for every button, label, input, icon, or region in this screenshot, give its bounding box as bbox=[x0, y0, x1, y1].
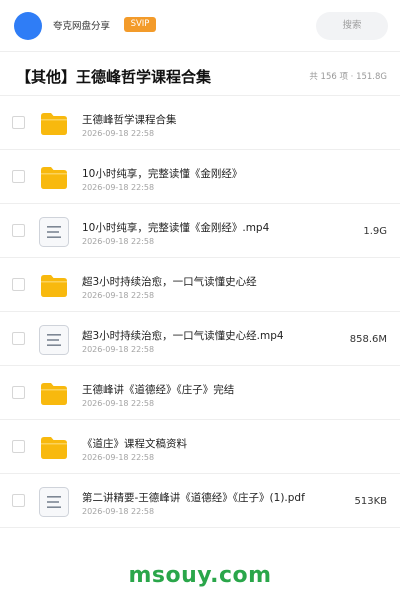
folder-title: 【其他】王德峰哲学课程合集 bbox=[16, 68, 212, 86]
file-row[interactable]: 第二讲精要-王德峰讲《道德经》《庄子》(1).pdf 2026-09-18 22:… bbox=[0, 474, 400, 528]
file-size: 1.9G bbox=[363, 226, 387, 237]
folder-icon bbox=[38, 378, 70, 410]
select-checkbox[interactable] bbox=[12, 440, 25, 453]
document-icon bbox=[38, 486, 70, 518]
folder-icon bbox=[38, 432, 70, 464]
file-name[interactable]: 王德峰哲学课程合集 bbox=[82, 112, 177, 127]
app-name: 夸克网盘分享 bbox=[53, 21, 111, 32]
file-date: 2026-09-18 22:58 bbox=[82, 507, 155, 516]
share-page: 夸克网盘分享 SVIP 搜索 【其他】王德峰哲学课程合集 共 156 项 · 1… bbox=[0, 0, 400, 600]
file-name[interactable]: 10小时纯享，完整读懂《金刚经》.mp4 bbox=[82, 220, 269, 235]
file-list: 王德峰哲学课程合集 2026-09-18 22:58 10小时纯享，完整读懂《金刚经… bbox=[0, 96, 400, 528]
select-checkbox[interactable] bbox=[12, 224, 25, 237]
file-date: 2026-09-18 22:58 bbox=[82, 237, 155, 246]
avatar[interactable] bbox=[14, 12, 42, 40]
select-checkbox[interactable] bbox=[12, 116, 25, 129]
file-date: 2026-09-18 22:58 bbox=[82, 399, 155, 408]
file-date: 2026-09-18 22:58 bbox=[82, 183, 155, 192]
file-name[interactable]: 10小时纯享，完整读懂《金刚经》 bbox=[82, 166, 242, 181]
file-name[interactable]: 超3小时持续治愈，一口气读懂史心经.mp4 bbox=[82, 328, 284, 343]
folder-icon bbox=[38, 108, 70, 140]
folder-icon bbox=[38, 162, 70, 194]
file-date: 2026-09-18 22:58 bbox=[82, 345, 155, 354]
file-name[interactable]: 超3小时持续治愈，一口气读懂史心经 bbox=[82, 274, 257, 289]
file-name[interactable]: 第二讲精要-王德峰讲《道德经》《庄子》(1).pdf bbox=[82, 490, 305, 505]
file-row[interactable]: 超3小时持续治愈，一口气读懂史心经.mp4 2026-09-18 22:58 858… bbox=[0, 312, 400, 366]
svip-badge: SVIP bbox=[124, 17, 156, 32]
file-date: 2026-09-18 22:58 bbox=[82, 453, 155, 462]
file-row[interactable]: 王德峰哲学课程合集 2026-09-18 22:58 bbox=[0, 96, 400, 150]
top-bar: 夸克网盘分享 SVIP 搜索 bbox=[0, 0, 400, 52]
file-size: 858.6M bbox=[349, 334, 387, 345]
folder-icon bbox=[38, 270, 70, 302]
file-name[interactable]: 《道庄》课程文稿资料 bbox=[82, 436, 187, 451]
file-row[interactable]: 10小时纯享，完整读懂《金刚经》.mp4 2026-09-18 22:58 1.9G bbox=[0, 204, 400, 258]
file-size: 513KB bbox=[354, 496, 387, 507]
file-row[interactable]: 《道庄》课程文稿资料 2026-09-18 22:58 bbox=[0, 420, 400, 474]
file-name[interactable]: 王德峰讲《道德经》《庄子》完结 bbox=[82, 382, 234, 397]
file-row[interactable]: 超3小时持续治愈，一口气读懂史心经 2026-09-18 22:58 bbox=[0, 258, 400, 312]
select-checkbox[interactable] bbox=[12, 170, 25, 183]
select-checkbox[interactable] bbox=[12, 386, 25, 399]
file-row[interactable]: 王德峰讲《道德经》《庄子》完结 2026-09-18 22:58 bbox=[0, 366, 400, 420]
document-icon bbox=[38, 216, 70, 248]
watermark: msouy.com bbox=[128, 563, 272, 588]
file-date: 2026-09-18 22:58 bbox=[82, 129, 155, 138]
file-date: 2026-09-18 22:58 bbox=[82, 291, 155, 300]
file-row[interactable]: 10小时纯享，完整读懂《金刚经》 2026-09-18 22:58 bbox=[0, 150, 400, 204]
select-checkbox[interactable] bbox=[12, 332, 25, 345]
search-button[interactable]: 搜索 bbox=[316, 12, 388, 40]
select-checkbox[interactable] bbox=[12, 278, 25, 291]
document-icon bbox=[38, 324, 70, 356]
folder-summary: 共 156 项 · 151.8G bbox=[309, 72, 387, 82]
select-checkbox[interactable] bbox=[12, 494, 25, 507]
